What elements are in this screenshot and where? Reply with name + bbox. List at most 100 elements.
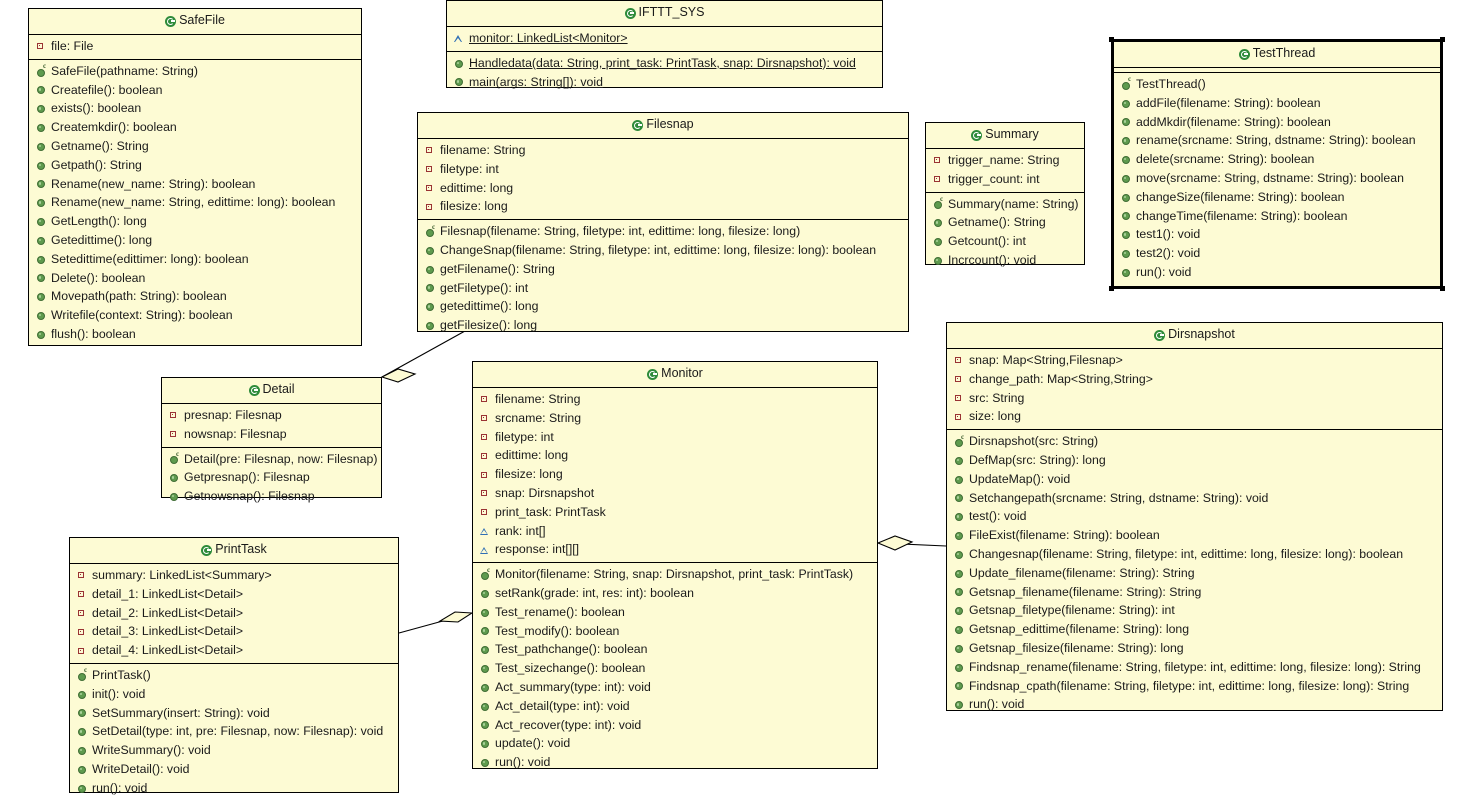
class-method[interactable]: test1(): void <box>1114 225 1440 244</box>
class-method[interactable]: Getpresnap(): Filesnap <box>162 468 381 487</box>
class-method[interactable]: getFilesize(): long <box>418 316 908 335</box>
class-method[interactable]: run(): void <box>473 753 877 772</box>
class-method[interactable]: Changesnap(filename: String, filetype: i… <box>947 545 1442 564</box>
class-method[interactable]: update(): void <box>473 734 877 753</box>
class-attribute[interactable]: filetype: int <box>418 160 908 179</box>
class-method[interactable]: GetLength(): long <box>29 212 361 231</box>
class-method[interactable]: getFilename(): String <box>418 260 908 279</box>
class-header[interactable]: IFTTT_SYS <box>447 1 882 27</box>
class-attribute[interactable]: change_path: Map<String,String> <box>947 370 1442 389</box>
class-method[interactable]: WriteDetail(): void <box>70 760 398 779</box>
class-header[interactable]: Summary <box>926 123 1084 149</box>
class-method[interactable]: run(): void <box>70 779 398 798</box>
class-attribute[interactable]: detail_2: LinkedList<Detail> <box>70 604 398 623</box>
relationship-monitor-dirsnapshot[interactable] <box>876 535 947 551</box>
class-method[interactable]: run(): void <box>947 695 1442 714</box>
class-method[interactable]: FileExist(filename: String): boolean <box>947 526 1442 545</box>
class-method[interactable]: move(srcname: String, dstname: String): … <box>1114 169 1440 188</box>
relationship-printtask-monitor[interactable] <box>398 611 474 634</box>
class-attribute[interactable]: trigger_name: String <box>926 151 1084 170</box>
class-method[interactable]: init(): void <box>70 685 398 704</box>
class-method[interactable]: Update_filename(filename: String): Strin… <box>947 564 1442 583</box>
class-attribute[interactable]: monitor: LinkedList<Monitor> <box>447 29 882 48</box>
uml-class-safefile[interactable]: SafeFile file: File c SafeFile(pathname: St… <box>28 8 362 346</box>
class-method[interactable]: Getsnap_filesize(filename: String): long <box>947 639 1442 658</box>
class-method[interactable]: SetSummary(insert: String): void <box>70 704 398 723</box>
uml-class-filesnap[interactable]: Filesnap filename: String filetype: int edi… <box>417 112 909 332</box>
class-header[interactable]: Detail <box>162 378 381 404</box>
class-header[interactable]: SafeFile <box>29 9 361 35</box>
class-attribute[interactable]: summary: LinkedList<Summary> <box>70 566 398 585</box>
class-method[interactable]: Findsnap_rename(filename: String, filety… <box>947 658 1442 677</box>
class-attribute[interactable]: src: String <box>947 389 1442 408</box>
class-attribute[interactable]: srcname: String <box>473 409 877 428</box>
class-method[interactable]: Delete(): boolean <box>29 269 361 288</box>
class-method[interactable]: c PrintTask() <box>70 666 398 685</box>
class-header[interactable]: Dirsnapshot <box>947 323 1442 349</box>
uml-class-ifttt_sys[interactable]: IFTTT_SYS monitor: LinkedList<Monitor> Han… <box>446 0 883 89</box>
class-method[interactable]: Act_detail(type: int): void <box>473 697 877 716</box>
class-method[interactable]: flush(): boolean <box>29 325 361 344</box>
class-attribute[interactable]: presnap: Filesnap <box>162 406 381 425</box>
class-method[interactable]: Act_summary(type: int): void <box>473 678 877 697</box>
class-method[interactable]: Writefile(context: String): boolean <box>29 306 361 325</box>
uml-class-printtask[interactable]: PrintTask summary: LinkedList<Summary> det… <box>69 537 399 795</box>
class-method[interactable]: exists(): boolean <box>29 99 361 118</box>
class-method[interactable]: Getname(): String <box>926 213 1084 232</box>
class-method[interactable]: Getsnap_filetype(filename: String): int <box>947 601 1442 620</box>
class-method[interactable]: Setedittime(edittimer: long): boolean <box>29 250 361 269</box>
class-method[interactable]: getFiletype(): int <box>418 279 908 298</box>
class-method[interactable]: Test_rename(): boolean <box>473 603 877 622</box>
class-method[interactable]: Getsnap_edittime(filename: String): long <box>947 620 1442 639</box>
class-method[interactable]: getedittime(): long <box>418 297 908 316</box>
uml-class-dirsnapshot[interactable]: Dirsnapshot snap: Map<String,Filesnap> cha… <box>946 322 1443 711</box>
class-method[interactable]: Createfile(): boolean <box>29 81 361 100</box>
uml-class-summary[interactable]: Summary trigger_name: String trigger_count… <box>925 122 1085 267</box>
class-method[interactable]: Setchangepath(srcname: String, dstname: … <box>947 489 1442 508</box>
class-method[interactable]: Getnowsnap(): Filesnap <box>162 487 381 506</box>
class-header[interactable]: Monitor <box>473 362 877 388</box>
class-header[interactable]: Filesnap <box>418 113 908 139</box>
class-method[interactable]: Rename(new_name: String, edittime: long)… <box>29 193 361 212</box>
class-method[interactable]: DefMap(src: String): long <box>947 451 1442 470</box>
class-header[interactable]: TestThread <box>1114 42 1440 68</box>
class-method[interactable]: c TestThread() <box>1114 75 1440 94</box>
selection-handle[interactable] <box>1109 37 1114 42</box>
class-attribute[interactable]: size: long <box>947 407 1442 426</box>
class-method[interactable]: c Summary(name: String) <box>926 195 1084 214</box>
class-attribute[interactable]: detail_3: LinkedList<Detail> <box>70 622 398 641</box>
class-attribute[interactable]: filesize: long <box>418 197 908 216</box>
class-attribute[interactable]: filetype: int <box>473 428 877 447</box>
class-method[interactable]: setRank(grade: int, res: int): boolean <box>473 584 877 603</box>
class-attribute[interactable]: snap: Map<String,Filesnap> <box>947 351 1442 370</box>
class-method[interactable]: Getcount(): int <box>926 232 1084 251</box>
class-method[interactable]: c Monitor(filename: String, snap: Dirsnap… <box>473 565 877 584</box>
class-attribute[interactable]: rank: int[] <box>473 522 877 541</box>
class-method[interactable]: Getpath(): String <box>29 156 361 175</box>
class-method[interactable]: rename(srcname: String, dstname: String)… <box>1114 131 1440 150</box>
uml-class-detail[interactable]: Detail presnap: Filesnap nowsnap: Filesnap… <box>161 377 382 503</box>
class-method[interactable]: Test_sizechange(): boolean <box>473 659 877 678</box>
uml-class-monitor[interactable]: Monitor filename: String srcname: String fi… <box>472 361 878 769</box>
class-method[interactable]: Getedittime(): long <box>29 231 361 250</box>
class-attribute[interactable]: detail_4: LinkedList<Detail> <box>70 641 398 660</box>
class-method[interactable]: UpdateMap(): void <box>947 470 1442 489</box>
class-header[interactable]: PrintTask <box>70 538 398 564</box>
class-attribute[interactable]: response: int[][] <box>473 540 877 559</box>
selection-handle[interactable] <box>1109 286 1114 291</box>
class-method[interactable]: c Dirsnapshot(src: String) <box>947 432 1442 451</box>
class-method[interactable]: changeTime(filename: String): boolean <box>1114 207 1440 226</box>
class-method[interactable]: SetDetail(type: int, pre: Filesnap, now:… <box>70 722 398 741</box>
relationship-detail-filesnap[interactable] <box>380 330 466 383</box>
class-method[interactable]: main(args: String[]): void <box>447 73 882 92</box>
class-method[interactable]: test2(): void <box>1114 244 1440 263</box>
class-attribute[interactable]: print_task: PrintTask <box>473 503 877 522</box>
class-method[interactable]: ChangeSnap(filename: String, filetype: i… <box>418 241 908 260</box>
class-method[interactable]: Handledata(data: String, print_task: Pri… <box>447 54 882 73</box>
class-method[interactable]: Getname(): String <box>29 137 361 156</box>
class-attribute[interactable]: filename: String <box>418 141 908 160</box>
class-method[interactable]: Movepath(path: String): boolean <box>29 287 361 306</box>
class-method[interactable]: c Filesnap(filename: String, filetype: in… <box>418 222 908 241</box>
class-method[interactable]: changeSize(filename: String): boolean <box>1114 188 1440 207</box>
class-method[interactable]: test(): void <box>947 507 1442 526</box>
